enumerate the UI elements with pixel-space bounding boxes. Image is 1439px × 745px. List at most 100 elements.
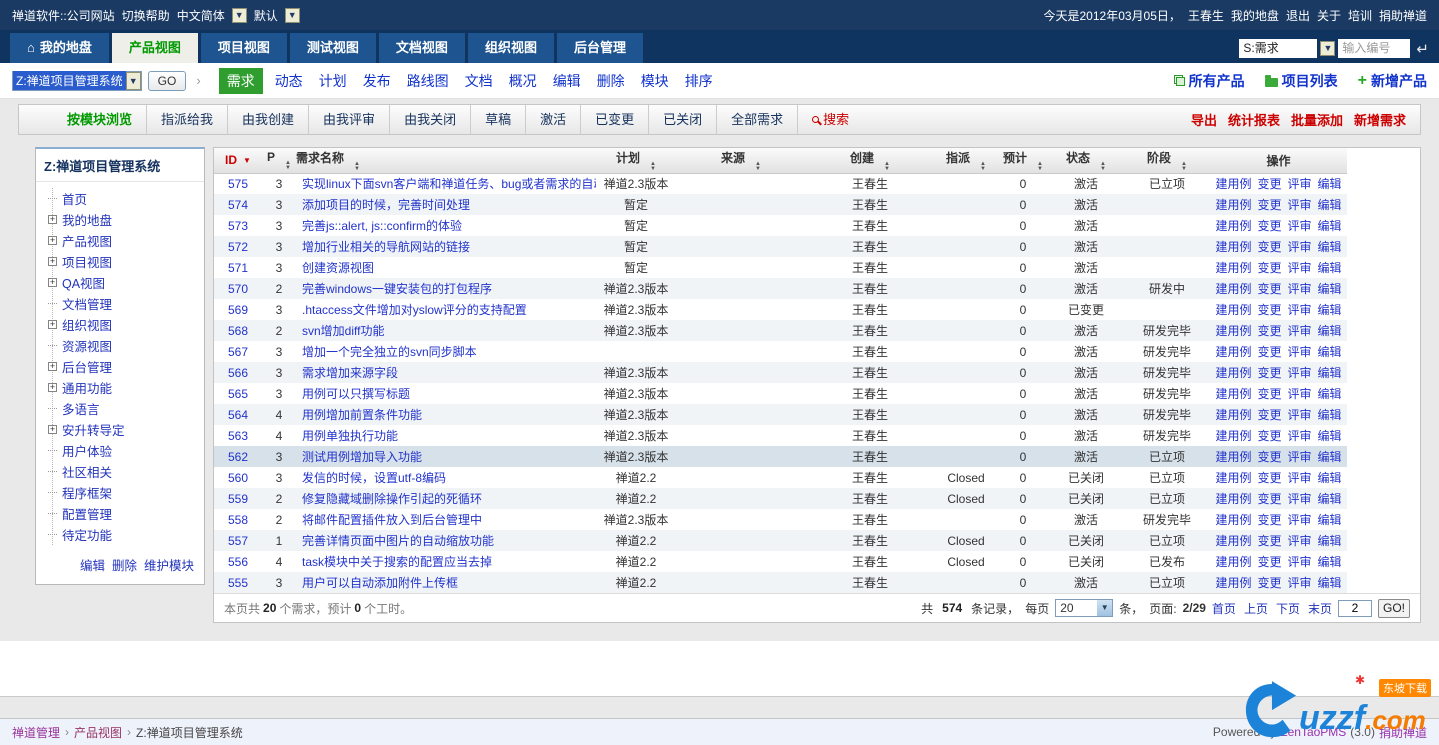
row-action-link[interactable]: 变更 <box>1257 261 1281 275</box>
sidebar-item-label[interactable]: 首页 <box>62 189 87 208</box>
sidebar-item-label[interactable]: 配置管理 <box>62 504 112 523</box>
row-action-link[interactable]: 变更 <box>1257 492 1281 506</box>
row-action-link[interactable]: 变更 <box>1257 450 1281 464</box>
row-action-link[interactable]: 变更 <box>1257 513 1281 527</box>
row-action-link[interactable]: 建用例 <box>1215 387 1251 401</box>
subnav-item[interactable]: 计划 <box>319 71 347 91</box>
sidebar-tree-item[interactable]: 社区相关 <box>48 461 200 482</box>
story-id-link[interactable]: 574 <box>228 198 248 212</box>
story-title-link[interactable]: 实现linux下面svn客户端和禅道任务、bug或者需求的自动绑定 <box>302 177 596 191</box>
expand-icon[interactable]: + <box>48 236 57 245</box>
sidebar-tree-item[interactable]: 资源视图 <box>48 335 200 356</box>
subnav-item[interactable]: 文档 <box>465 71 493 91</box>
search-type-select[interactable]: S:需求 <box>1239 39 1318 58</box>
toolbar-action-link[interactable]: 导出 <box>1191 110 1217 129</box>
column-header-estimate[interactable]: 预计 ▲ ▼ <box>998 148 1048 174</box>
story-id-link[interactable]: 557 <box>228 534 248 548</box>
row-action-link[interactable]: 变更 <box>1257 345 1281 359</box>
row-action-link[interactable]: 评审 <box>1288 576 1312 590</box>
subnav-item[interactable]: 排序 <box>685 71 713 91</box>
subnav-item[interactable]: 概况 <box>509 71 537 91</box>
sidebar-tree-item[interactable]: + 产品视图 <box>48 230 200 251</box>
topbar-link[interactable]: 培训 <box>1348 7 1372 24</box>
story-title-link[interactable]: 增加行业相关的导航网站的链接 <box>302 240 470 254</box>
sidebar-item-label[interactable]: 待定功能 <box>62 525 112 544</box>
row-action-link[interactable]: 建用例 <box>1215 345 1251 359</box>
sidebar-tree-item[interactable]: + 组织视图 <box>48 314 200 335</box>
column-header-plan[interactable]: 计划 ▲ ▼ <box>596 148 676 174</box>
story-title-link[interactable]: 完善js::alert, js::confirm的体验 <box>302 219 462 233</box>
story-id-link[interactable]: 573 <box>228 219 248 233</box>
story-title-link[interactable]: 测试用例增加导入功能 <box>302 450 422 464</box>
product-select-dropdown-icon[interactable]: ▼ <box>125 71 141 90</box>
row-action-link[interactable]: 评审 <box>1288 534 1312 548</box>
nav-tab[interactable]: 文档视图 <box>378 33 465 63</box>
page-nav-link[interactable]: 末页 <box>1308 600 1332 617</box>
sidebar-item-label[interactable]: 组织视图 <box>62 315 112 334</box>
row-action-link[interactable]: 变更 <box>1257 408 1281 422</box>
row-action-link[interactable]: 建用例 <box>1215 576 1251 590</box>
story-title-link[interactable]: 修复隐藏域删除操作引起的死循环 <box>302 492 482 506</box>
topbar-link[interactable]: 捐助禅道 <box>1379 7 1427 24</box>
row-action-link[interactable]: 变更 <box>1257 198 1281 212</box>
story-title-link[interactable]: 增加一个完全独立的svn同步脚本 <box>302 345 477 359</box>
row-action-link[interactable]: 建用例 <box>1215 555 1251 569</box>
sidebar-tree-item[interactable]: 多语言 <box>48 398 200 419</box>
row-action-link[interactable]: 变更 <box>1257 576 1281 590</box>
sidebar-action-link[interactable]: 编辑 <box>80 555 105 574</box>
column-header-name[interactable]: 需求名称 ▲ ▼ <box>296 148 596 174</box>
row-action-link[interactable]: 建用例 <box>1215 261 1251 275</box>
row-action-link[interactable]: 评审 <box>1288 303 1312 317</box>
story-title-link[interactable]: 用例单独执行功能 <box>302 429 398 443</box>
product-select[interactable]: Z:禅道项目管理系统 ▼ <box>12 70 142 91</box>
story-title-link[interactable]: task模块中关于搜索的配置应当去掉 <box>302 555 492 569</box>
row-action-link[interactable]: 评审 <box>1288 324 1312 338</box>
story-title-link[interactable]: svn增加diff功能 <box>302 324 384 338</box>
sidebar-tree-item[interactable]: 待定功能 <box>48 524 200 545</box>
sidebar-item-label[interactable]: 用户体验 <box>62 441 112 460</box>
current-user-link[interactable]: 王春生 <box>1188 7 1224 24</box>
row-action-link[interactable]: 变更 <box>1257 534 1281 548</box>
page-nav-link[interactable]: 首页 <box>1212 600 1236 617</box>
nav-tab[interactable]: 测试视图 <box>289 33 376 63</box>
expand-icon[interactable]: + <box>48 362 57 371</box>
search-id-input[interactable]: 输入编号 <box>1338 39 1411 58</box>
nav-tab[interactable]: 项目视图 <box>200 33 287 63</box>
row-action-link[interactable]: 编辑 <box>1318 198 1342 212</box>
story-id-link[interactable]: 559 <box>228 492 248 506</box>
story-id-link[interactable]: 558 <box>228 513 248 527</box>
row-action-link[interactable]: 编辑 <box>1318 366 1342 380</box>
sidebar-item-label[interactable]: 后台管理 <box>62 357 112 376</box>
row-action-link[interactable]: 变更 <box>1257 555 1281 569</box>
row-action-link[interactable]: 编辑 <box>1318 450 1342 464</box>
nav-tab[interactable]: 组织视图 <box>467 33 554 63</box>
go-button[interactable]: GO <box>147 70 187 91</box>
row-action-link[interactable]: 编辑 <box>1318 408 1342 422</box>
row-action-link[interactable]: 评审 <box>1288 345 1312 359</box>
search-type-dropdown-icon[interactable]: ▼ <box>1320 41 1336 56</box>
story-id-link[interactable]: 571 <box>228 261 248 275</box>
sidebar-tree-item[interactable]: 首页 <box>48 188 200 209</box>
sidebar-tree-item[interactable]: + QA视图 <box>48 272 200 293</box>
theme-dropdown-icon[interactable]: ▼ <box>284 7 300 23</box>
column-header-stage[interactable]: 阶段 ▲ ▼ <box>1124 148 1210 174</box>
row-action-link[interactable]: 变更 <box>1257 219 1281 233</box>
toolbar-item[interactable]: 由我评审 <box>309 105 391 134</box>
per-page-select[interactable]: 20 ▼ <box>1055 599 1114 617</box>
column-header-source[interactable]: 来源 ▲ ▼ <box>676 148 806 174</box>
row-action-link[interactable]: 评审 <box>1288 198 1312 212</box>
topbar-link[interactable]: 我的地盘 <box>1231 7 1279 24</box>
row-action-link[interactable]: 建用例 <box>1215 408 1251 422</box>
story-id-link[interactable]: 562 <box>228 450 248 464</box>
column-header-id[interactable]: ID ▼ <box>214 148 262 174</box>
story-title-link[interactable]: 用例增加前置条件功能 <box>302 408 422 422</box>
story-id-link[interactable]: 563 <box>228 429 248 443</box>
row-action-link[interactable]: 编辑 <box>1318 576 1342 590</box>
row-action-link[interactable]: 变更 <box>1257 366 1281 380</box>
toolbar-item[interactable]: 由我创建 <box>228 105 310 134</box>
row-action-link[interactable]: 编辑 <box>1318 534 1342 548</box>
sidebar-item-label[interactable]: QA视图 <box>62 273 105 292</box>
language-dropdown-icon[interactable]: ▼ <box>231 7 247 23</box>
subnav-item[interactable]: 需求 <box>218 67 263 94</box>
subnav-item[interactable]: 编辑 <box>553 71 581 91</box>
